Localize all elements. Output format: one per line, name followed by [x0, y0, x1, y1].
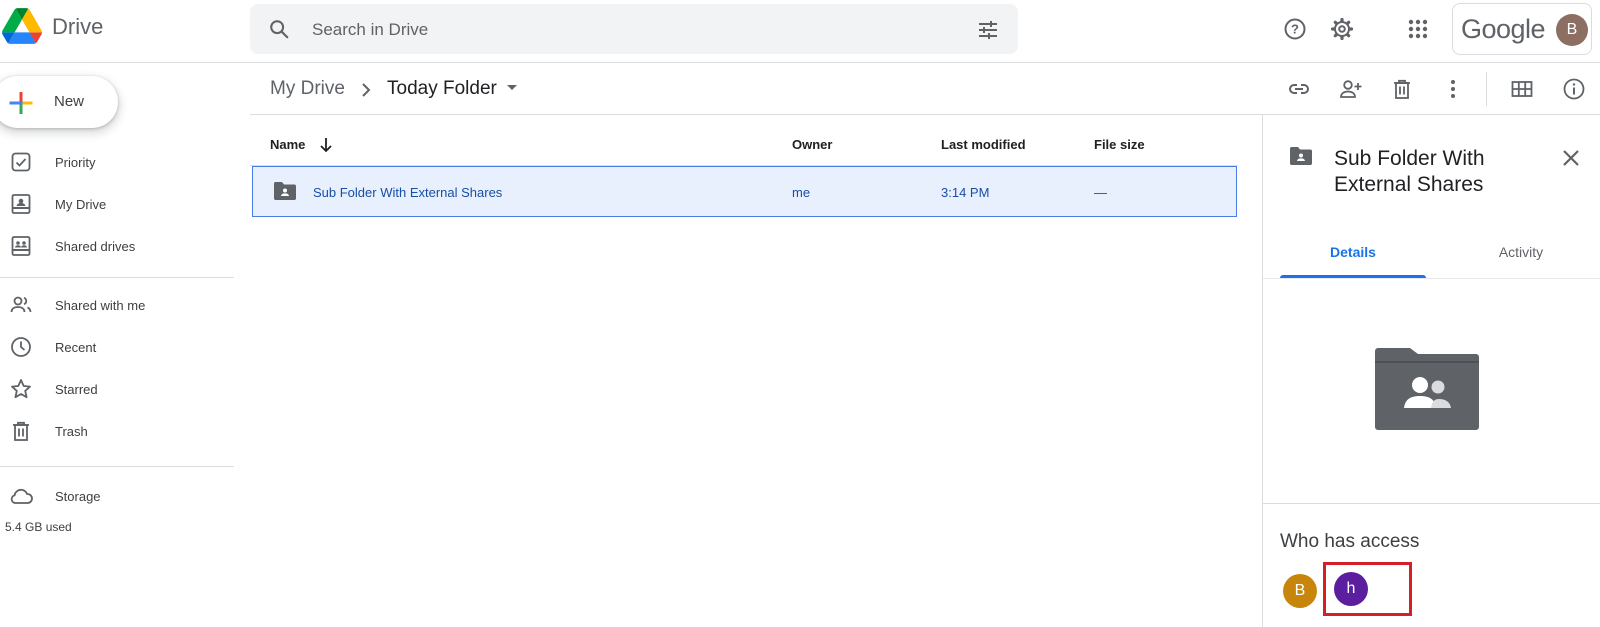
sidebar-item-label: Storage — [55, 489, 101, 504]
sidebar-item-shared-with-me[interactable]: Shared with me — [0, 287, 234, 323]
access-avatar[interactable]: B — [1283, 574, 1317, 608]
plus-icon — [8, 90, 34, 116]
account-switcher[interactable]: Google B — [1452, 3, 1592, 55]
drive-logo-icon[interactable] — [2, 8, 42, 48]
trash-icon[interactable] — [1390, 77, 1414, 101]
sidebar-divider — [0, 277, 234, 278]
caret-down-icon[interactable] — [505, 83, 519, 93]
clock-icon — [9, 335, 33, 359]
priority-check-icon — [9, 150, 33, 174]
more-vert-icon[interactable] — [1441, 77, 1465, 101]
preview-divider — [1263, 503, 1600, 504]
sidebar-item-priority[interactable]: Priority — [0, 144, 234, 180]
shared-drives-icon — [9, 234, 33, 258]
tab-label: Activity — [1498, 244, 1544, 260]
sidebar-item-label: Trash — [55, 424, 88, 439]
sort-arrow-down-icon[interactable] — [318, 135, 334, 155]
file-last-modified: 3:14 PM — [941, 185, 990, 200]
sidebar-item-recent[interactable]: Recent — [0, 329, 234, 365]
search-bar[interactable]: Search in Drive — [250, 4, 1018, 54]
who-has-access-heading: Who has access — [1280, 531, 1420, 552]
breadcrumb-current-folder[interactable]: Today Folder — [387, 78, 497, 100]
sidebar-item-starred[interactable]: Starred — [0, 371, 234, 407]
sidebar-item-label: Priority — [55, 155, 96, 170]
sidebar-item-shared-drives[interactable]: Shared drives — [0, 228, 234, 264]
sidebar-item-label: My Drive — [55, 197, 107, 212]
account-avatar[interactable]: B — [1556, 14, 1588, 46]
file-size: — — [1094, 185, 1107, 200]
sidebar-item-label: Recent — [55, 340, 97, 355]
search-icon[interactable] — [268, 18, 290, 40]
google-brand-label: Google — [1461, 14, 1546, 44]
shared-folder-icon — [273, 181, 297, 201]
link-icon[interactable] — [1287, 77, 1311, 101]
header-divider — [0, 62, 1600, 63]
my-drive-icon — [9, 192, 33, 216]
sidebar-item-label: Shared with me — [55, 298, 146, 313]
details-title: Sub Folder With External Shares — [1334, 147, 1485, 196]
add-person-icon[interactable] — [1338, 77, 1362, 101]
sidebar-divider — [0, 466, 234, 467]
file-name[interactable]: Sub Folder With External Shares — [313, 185, 502, 200]
column-header-name[interactable]: Name — [270, 137, 305, 152]
search-options-icon[interactable] — [976, 18, 1000, 42]
search-input[interactable]: Search in Drive — [312, 20, 428, 40]
shared-folder-icon — [1289, 146, 1313, 166]
apps-grid-icon[interactable] — [1406, 17, 1430, 41]
help-icon[interactable]: ? — [1283, 17, 1307, 41]
sidebar-item-trash[interactable]: Trash — [0, 413, 234, 449]
star-icon — [9, 377, 33, 401]
tab-activity[interactable]: Activity — [1448, 236, 1594, 278]
close-icon[interactable] — [1560, 147, 1582, 169]
grid-view-icon[interactable] — [1510, 77, 1534, 101]
column-header-owner[interactable]: Owner — [792, 137, 832, 152]
sidebar-item-my-drive[interactable]: My Drive — [0, 186, 234, 222]
tab-label: Details — [1330, 244, 1376, 260]
svg-text:?: ? — [1291, 22, 1299, 37]
breadcrumb-my-drive[interactable]: My Drive — [270, 78, 345, 100]
people-icon — [9, 293, 33, 317]
details-panel-divider — [1262, 115, 1263, 627]
file-owner: me — [792, 185, 811, 200]
sidebar-item-label: Shared drives — [55, 239, 136, 254]
shared-folder-preview-icon — [1375, 348, 1479, 430]
chevron-right-icon — [359, 80, 373, 100]
trash-icon — [9, 419, 33, 443]
info-icon[interactable] — [1562, 77, 1586, 101]
storage-usage-text: 5.4 GB used — [5, 520, 72, 534]
sidebar-item-storage[interactable]: Storage — [0, 478, 234, 514]
cloud-icon — [8, 484, 34, 508]
product-name: Drive — [52, 14, 104, 39]
new-button[interactable]: New — [0, 76, 118, 128]
sidebar-item-label: Starred — [55, 382, 98, 397]
tab-details[interactable]: Details — [1280, 236, 1426, 278]
settings-icon[interactable] — [1330, 17, 1354, 41]
new-button-label: New — [54, 93, 85, 110]
column-header-last-modified[interactable]: Last modified — [941, 137, 1026, 152]
highlight-box — [1323, 562, 1412, 616]
column-header-file-size[interactable]: File size — [1094, 137, 1145, 152]
toolbar-divider — [250, 114, 1600, 115]
table-row[interactable]: Sub Folder With External Shares me 3:14 … — [252, 166, 1237, 217]
toolbar-divider — [1486, 72, 1487, 106]
tabs-divider — [1263, 278, 1600, 279]
